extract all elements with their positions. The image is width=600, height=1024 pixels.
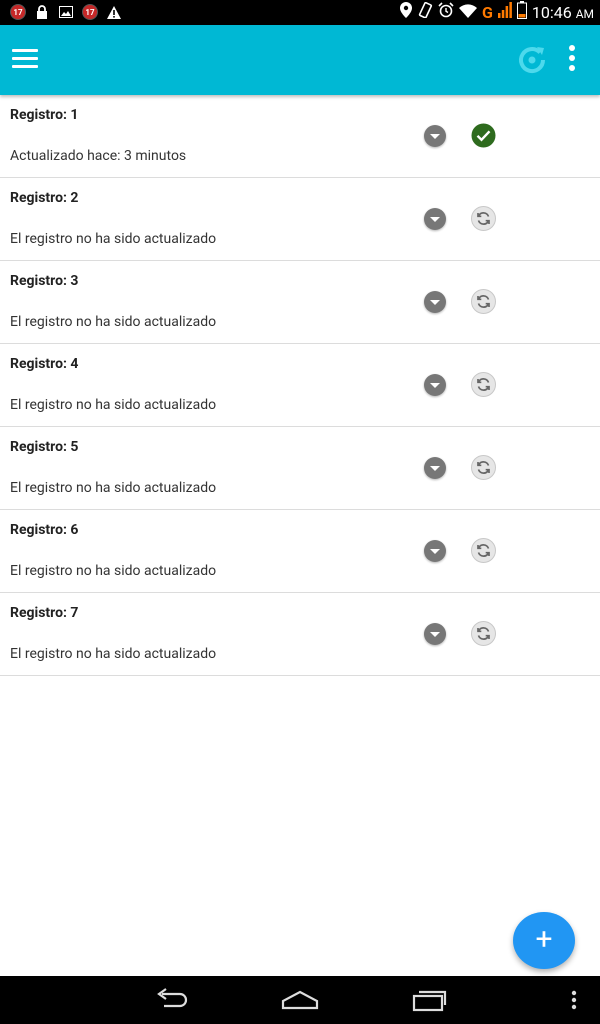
clock-time: 10:46 (531, 2, 572, 22)
app-toolbar (0, 25, 600, 95)
system-nav-bar (0, 976, 600, 1024)
dropdown-arrow-icon[interactable] (424, 125, 446, 147)
battery-icon (516, 1, 527, 23)
status-bar: 17 17 G 10:46 AM (0, 0, 600, 25)
record-status-text: El registro no ha sido actualizado (10, 231, 217, 247)
record-title: Registro: 5 (10, 439, 79, 455)
sync-icon[interactable] (471, 455, 496, 480)
add-button[interactable]: + (513, 912, 575, 969)
record-list: Registro: 1 Actualizado hace: 3 minutos … (0, 95, 600, 676)
dropdown-arrow-icon[interactable] (424, 457, 446, 479)
notification-17-icon: 17 (10, 4, 26, 20)
record-status-text: El registro no ha sido actualizado (10, 646, 217, 662)
notification-17-icon: 17 (82, 4, 98, 20)
alarm-icon (438, 2, 454, 22)
record-title: Registro: 4 (10, 356, 79, 372)
home-icon[interactable] (280, 986, 320, 1014)
location-icon (399, 2, 412, 22)
sync-icon[interactable] (471, 289, 496, 314)
hamburger-menu-icon[interactable] (12, 49, 38, 69)
menu-dots-icon[interactable] (568, 986, 580, 1014)
dropdown-arrow-icon[interactable] (424, 623, 446, 645)
dropdown-arrow-icon[interactable] (424, 208, 446, 230)
list-item[interactable]: Registro: 6 El registro no ha sido actua… (0, 510, 600, 593)
list-item[interactable]: Registro: 1 Actualizado hace: 3 minutos (0, 95, 600, 178)
record-title: Registro: 7 (10, 605, 79, 621)
dropdown-arrow-icon[interactable] (424, 374, 446, 396)
clock: 10:46 AM (532, 3, 594, 22)
sync-icon[interactable] (471, 372, 496, 397)
record-status-text: Actualizado hace: 3 minutos (10, 148, 187, 164)
record-title: Registro: 2 (10, 190, 79, 206)
record-title: Registro: 3 (10, 273, 79, 289)
record-title: Registro: 1 (10, 107, 79, 123)
refresh-icon[interactable] (515, 43, 549, 77)
record-status-text: El registro no ha sido actualizado (10, 397, 217, 413)
more-vert-icon[interactable] (562, 45, 582, 79)
list-item[interactable]: Registro: 4 El registro no ha sido actua… (0, 344, 600, 427)
list-item[interactable]: Registro: 5 El registro no ha sido actua… (0, 427, 600, 510)
notification-badge-text: 17 (11, 5, 25, 19)
back-icon[interactable] (152, 986, 190, 1014)
recent-apps-icon[interactable] (410, 986, 448, 1014)
list-item[interactable]: Registro: 3 El registro no ha sido actua… (0, 261, 600, 344)
record-status-text: El registro no ha sido actualizado (10, 563, 217, 579)
vibrate-icon (417, 1, 433, 22)
dropdown-arrow-icon[interactable] (424, 540, 446, 562)
sync-icon[interactable] (471, 538, 496, 563)
signal-icon (497, 2, 512, 22)
clock-ampm: AM (575, 6, 594, 21)
dropdown-arrow-icon[interactable] (424, 291, 446, 313)
network-type-label: G (481, 2, 493, 22)
record-title: Registro: 6 (10, 522, 79, 538)
record-status-text: El registro no ha sido actualizado (10, 480, 217, 496)
list-item[interactable]: Registro: 7 El registro no ha sido actua… (0, 593, 600, 676)
record-status-text: El registro no ha sido actualizado (10, 314, 217, 330)
wifi-icon (458, 3, 477, 22)
image-icon (58, 4, 74, 20)
warning-icon (106, 4, 122, 20)
notification-badge-text: 17 (83, 5, 97, 19)
sync-icon[interactable] (471, 621, 496, 646)
list-item[interactable]: Registro: 2 El registro no ha sido actua… (0, 178, 600, 261)
checkmark-icon (471, 123, 496, 148)
sync-icon[interactable] (471, 206, 496, 231)
lock-icon (34, 4, 50, 20)
